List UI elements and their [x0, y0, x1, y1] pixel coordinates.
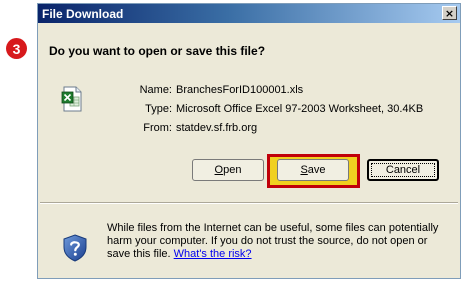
focus-rectangle	[371, 163, 435, 177]
file-from-value: statdev.sf.frb.org	[176, 122, 258, 134]
step-number-badge: 3	[6, 38, 27, 59]
close-button[interactable]: ×	[442, 6, 457, 20]
file-from-label: From:	[143, 122, 172, 134]
whats-the-risk-link[interactable]: What's the risk?	[174, 248, 252, 260]
cancel-button[interactable]: Cancel	[367, 159, 439, 181]
download-question: Do you want to open or save this file?	[49, 44, 266, 58]
save-mnemonic: S	[300, 164, 308, 176]
open-mnemonic: O	[214, 164, 224, 176]
open-button[interactable]: Open	[192, 159, 264, 181]
open-label: pen	[223, 164, 242, 176]
save-label: ave	[307, 164, 326, 176]
file-name-value: BranchesForID100001.xls	[176, 84, 304, 96]
separator	[40, 202, 458, 204]
file-type-label: Type:	[145, 103, 172, 115]
warning-text: While files from the Internet can be use…	[107, 222, 439, 260]
file-type-value: Microsoft Office Excel 97-2003 Worksheet…	[176, 103, 424, 115]
close-icon: ×	[444, 6, 455, 20]
title-bar[interactable]: File Download ×	[38, 4, 460, 23]
file-download-dialog: File Download × Do you want to open or s…	[37, 3, 461, 279]
dialog-title: File Download	[42, 7, 124, 21]
security-warning: While files from the Internet can be use…	[107, 222, 447, 261]
file-name-label: Name:	[139, 84, 172, 96]
save-button[interactable]: Save	[277, 159, 349, 181]
shield-question-icon	[63, 234, 87, 262]
